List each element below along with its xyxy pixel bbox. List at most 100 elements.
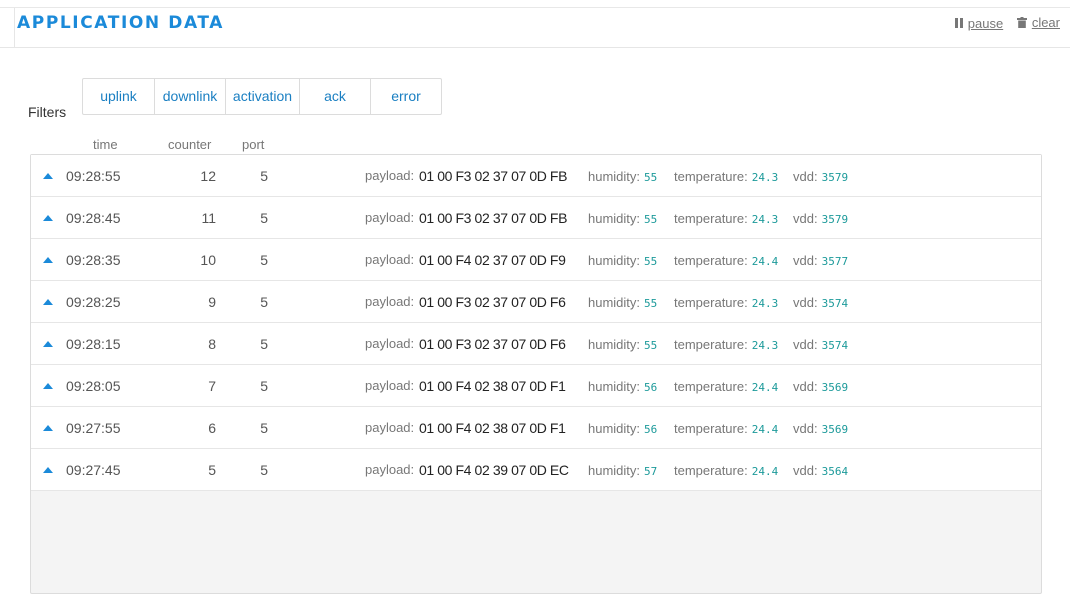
messages-table: 09:28:55 12 5 payload: 01 00 F3 02 37 07 0D … [30,154,1042,594]
temperature-field: temperature: 24.4 [674,239,778,283]
payload-label: payload: [365,378,415,393]
row-counter: 6 [208,420,216,436]
temperature-value: 24.4 [751,255,779,268]
row-counter: 9 [208,294,216,310]
temperature-label: temperature: [674,463,748,478]
humidity-label: humidity: [588,295,641,310]
vdd-label: vdd: [793,169,818,184]
temperature-value: 24.3 [751,213,779,226]
temperature-label: temperature: [674,295,748,310]
temperature-label: temperature: [674,211,748,226]
temperature-value: 24.3 [751,339,779,352]
clear-label: clear [1031,15,1060,30]
temperature-field: temperature: 24.4 [674,365,778,409]
row-payload: 01 00 F4 02 38 07 0D F1 [419,420,566,436]
pause-icon [954,18,963,28]
humidity-field: humidity: 55 [588,239,657,283]
table-row[interactable]: 09:27:45 5 5 payload: 01 00 F4 02 39 07 0D E… [31,449,1041,491]
table-row[interactable]: 09:28:25 9 5 payload: 01 00 F3 02 37 07 0D F… [31,281,1041,323]
row-port: 5 [260,336,268,352]
vdd-field: vdd: 3574 [793,281,848,325]
caret-up-icon[interactable] [43,425,53,431]
vdd-field: vdd: 3579 [793,197,848,241]
vdd-field: vdd: 3569 [793,407,848,451]
humidity-label: humidity: [588,211,641,226]
humidity-value: 55 [644,171,658,184]
page-title: APPLICATION DATA [17,13,225,33]
caret-up-icon[interactable] [43,299,53,305]
temperature-field: temperature: 24.3 [674,323,778,367]
row-payload: 01 00 F4 02 39 07 0D EC [419,462,569,478]
caret-up-icon[interactable] [43,173,53,179]
row-payload: 01 00 F3 02 37 07 0D FB [419,168,568,184]
row-port: 5 [260,462,268,478]
row-payload: 01 00 F3 02 37 07 0D F6 [419,294,566,310]
caret-up-icon[interactable] [43,215,53,221]
row-time: 09:28:25 [66,294,121,310]
humidity-value: 56 [644,423,658,436]
temperature-value: 24.3 [751,171,779,184]
vdd-value: 3569 [821,423,849,436]
row-time: 09:28:35 [66,252,121,268]
row-time: 09:28:15 [66,336,121,352]
row-payload: 01 00 F3 02 37 07 0D FB [419,210,568,226]
temperature-label: temperature: [674,379,748,394]
vdd-value: 3569 [821,381,849,394]
row-counter: 11 [201,210,216,226]
table-row[interactable]: 09:28:15 8 5 payload: 01 00 F3 02 37 07 0D F… [31,323,1041,365]
clear-button[interactable]: clear [1016,15,1060,30]
vdd-value: 3574 [821,339,849,352]
payload-label: payload: [365,252,415,267]
caret-up-icon[interactable] [43,341,53,347]
trash-icon [1016,17,1027,28]
vdd-field: vdd: 3579 [793,155,848,199]
row-port: 5 [260,294,268,310]
humidity-label: humidity: [588,421,641,436]
row-counter: 8 [208,336,216,352]
humidity-value: 55 [644,255,658,268]
vdd-value: 3579 [821,171,849,184]
pause-button[interactable]: pause [954,15,1004,31]
vdd-label: vdd: [793,379,818,394]
row-port: 5 [260,252,268,268]
humidity-value: 55 [644,213,658,226]
filter-error-button[interactable]: error [371,79,441,114]
caret-up-icon[interactable] [43,383,53,389]
humidity-label: humidity: [588,253,641,268]
temperature-label: temperature: [674,421,748,436]
filter-downlink-button[interactable]: downlink [155,79,226,114]
vdd-label: vdd: [793,253,818,268]
temperature-label: temperature: [674,337,748,352]
row-payload: 01 00 F4 02 37 07 0D F9 [419,252,566,268]
vdd-label: vdd: [793,211,818,226]
panel-header: APPLICATION DATA pause clear [0,8,1070,48]
row-time: 09:28:05 [66,378,121,394]
row-time: 09:27:55 [66,420,121,436]
filter-ack-button[interactable]: ack [300,79,371,114]
table-row[interactable]: 09:27:55 6 5 payload: 01 00 F4 02 38 07 0D F… [31,407,1041,449]
caret-up-icon[interactable] [43,467,53,473]
vdd-value: 3579 [821,213,849,226]
humidity-label: humidity: [588,379,641,394]
vdd-label: vdd: [793,421,818,436]
row-counter: 12 [200,168,216,184]
row-payload: 01 00 F3 02 37 07 0D F6 [419,336,566,352]
row-port: 5 [260,420,268,436]
temperature-field: temperature: 24.3 [674,197,778,241]
temperature-value: 24.4 [751,381,779,394]
filter-uplink-button[interactable]: uplink [83,79,155,114]
row-counter: 5 [208,462,216,478]
payload-label: payload: [365,462,415,477]
table-row[interactable]: 09:28:55 12 5 payload: 01 00 F3 02 37 07 0D … [31,155,1041,197]
filter-activation-button[interactable]: activation [226,79,300,114]
humidity-label: humidity: [588,169,641,184]
vdd-label: vdd: [793,295,818,310]
table-row[interactable]: 09:28:05 7 5 payload: 01 00 F4 02 38 07 0D F… [31,365,1041,407]
table-row[interactable]: 09:28:35 10 5 payload: 01 00 F4 02 37 07 0D … [31,239,1041,281]
humidity-field: humidity: 55 [588,155,657,199]
caret-up-icon[interactable] [43,257,53,263]
table-row[interactable]: 09:28:45 11 5 payload: 01 00 F3 02 37 07 0D … [31,197,1041,239]
pause-label: pause [967,15,1004,31]
temperature-label: temperature: [674,169,748,184]
column-header-port: port [242,137,265,152]
